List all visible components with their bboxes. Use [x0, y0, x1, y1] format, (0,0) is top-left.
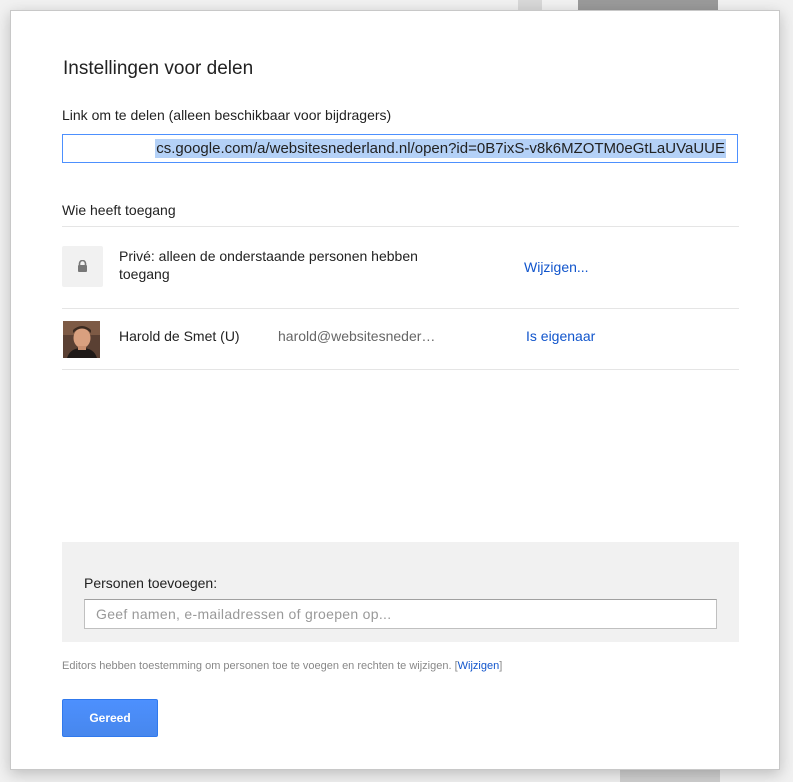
- person-name: Harold de Smet (U): [119, 328, 240, 344]
- share-link-field[interactable]: cs.google.com/a/websitesnederland.nl/ope…: [62, 134, 738, 163]
- add-people-input[interactable]: [84, 599, 717, 629]
- visibility-description: Privé: alleen de onderstaande personen h…: [119, 248, 418, 282]
- lock-icon: [78, 260, 87, 272]
- access-heading: Wie heeft toegang: [62, 202, 176, 218]
- editors-note-bracket-close: ]: [499, 660, 503, 672]
- visibility-icon-box: [62, 246, 103, 287]
- editors-change-link[interactable]: Wijzigen: [458, 660, 500, 672]
- done-button[interactable]: Gereed: [62, 699, 158, 737]
- sharing-settings-dialog: Instellingen voor delen: [10, 10, 780, 770]
- add-people-label: Personen toevoegen:: [84, 575, 218, 591]
- background-footer-block: [620, 770, 720, 782]
- divider: [62, 369, 739, 370]
- avatar: [63, 321, 100, 358]
- link-label: Link om te delen (alleen beschikbaar voo…: [62, 107, 392, 123]
- dialog-title: Instellingen voor delen: [63, 58, 254, 79]
- avatar-image: [63, 321, 100, 358]
- change-visibility-link[interactable]: Wijzigen...: [524, 259, 589, 275]
- editors-note: Editors hebben toestemming om personen t…: [62, 660, 502, 672]
- person-email: harold@websitesneder…: [278, 328, 436, 344]
- add-people-panel: Personen toevoegen:: [62, 542, 739, 642]
- share-link-text[interactable]: cs.google.com/a/websitesnederland.nl/ope…: [155, 139, 726, 158]
- divider: [62, 226, 739, 227]
- person-role: Is eigenaar: [526, 328, 596, 344]
- divider: [62, 308, 739, 309]
- editors-note-text: Editors hebben toestemming om personen t…: [62, 660, 452, 672]
